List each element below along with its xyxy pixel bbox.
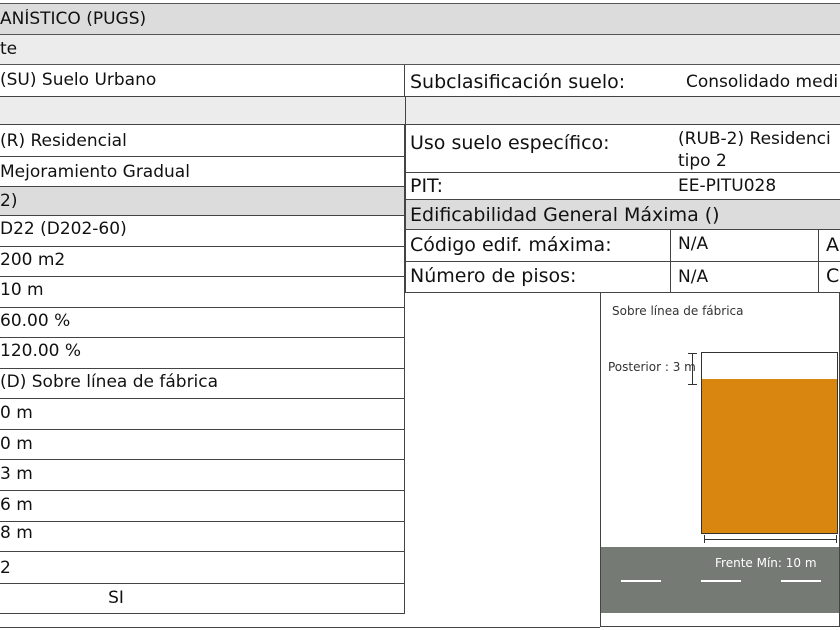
group-header: 2): [0, 187, 405, 216]
tratamiento-value: Mejoramiento Gradual: [0, 162, 190, 182]
bottom-border: [0, 627, 600, 628]
uso-value: (R) Residencial: [0, 131, 127, 151]
codigo-extra: A: [826, 234, 839, 256]
frente-tick-left: [704, 535, 705, 543]
value-text: 6 m: [0, 495, 33, 515]
value-row: D22 (D202-60): [0, 216, 404, 247]
value-text: 60.00 %: [0, 311, 71, 331]
value-row: 0 m: [0, 399, 404, 430]
pit-top-line: [405, 172, 840, 173]
uso-especifico-line1: (RUB-2) Residenci: [678, 129, 831, 149]
value-text: 2: [0, 558, 11, 578]
road-marking: [621, 580, 661, 582]
building-footprint: [702, 379, 837, 533]
road-marking: [781, 580, 821, 582]
subclasificacion-label: Subclasificación suelo:: [410, 71, 626, 93]
uso-especifico-label: Uso suelo específico:: [410, 132, 610, 154]
pisos-label: Número de pisos:: [410, 265, 577, 287]
value-row: 120.00 %: [0, 338, 404, 369]
value-text: 0 m: [0, 403, 33, 423]
frente-tick-right: [836, 535, 837, 543]
edificabilidad-header: Edificabilidad General Máxima (): [406, 199, 840, 230]
value-row: 60.00 %: [0, 308, 404, 338]
value-text: D22 (D202-60): [0, 219, 127, 239]
value-text: 0 m: [0, 434, 33, 454]
road-marking: [701, 580, 741, 582]
clasificacion-value: (SU) Suelo Urbano: [0, 70, 157, 90]
frente-dimension-line: [704, 539, 837, 540]
value-text: 10 m: [0, 280, 44, 300]
uso-value-cell: (R) Residencial: [0, 125, 405, 157]
value-text: 8 m: [0, 523, 33, 543]
group-header-text: 2): [0, 191, 18, 211]
left-values-table: D22 (D202-60) 200 m2 10 m 60.00 % 120.00…: [0, 216, 405, 614]
value-row: 2: [0, 552, 404, 584]
value-text: 200 m2: [0, 250, 66, 270]
codigo-bottom-line: [405, 261, 840, 262]
posterior-label: Posterior : 3 m: [608, 360, 696, 374]
value-row: 3 m: [0, 460, 404, 491]
value-text: 120.00 %: [0, 341, 82, 361]
value-text: SI: [108, 588, 124, 608]
codigo-label: Código edif. máxima:: [410, 234, 612, 256]
posterior-tick-top: [688, 353, 697, 354]
value-row: SI: [0, 584, 404, 614]
value-row: 10 m: [0, 277, 404, 308]
value-row: 200 m2: [0, 247, 404, 277]
value-row: 0 m: [0, 430, 404, 460]
value-row: (D) Sobre línea de fábrica: [0, 369, 404, 399]
pisos-extra: C: [826, 265, 840, 287]
pit-label: PIT:: [410, 175, 443, 197]
tratamiento-cell: Mejoramiento Gradual: [0, 157, 405, 187]
edificabilidad-title: Edificabilidad General Máxima (): [410, 204, 720, 226]
codigo-value: N/A: [678, 234, 709, 254]
pisos-value: N/A: [678, 267, 709, 287]
value-text: 3 m: [0, 464, 33, 484]
posterior-dimension-line: [692, 353, 693, 385]
pit-value: EE-PITU028: [678, 176, 777, 196]
spacer-band: [0, 97, 840, 125]
setback-diagram: Sobre línea de fábrica Posterior : 3 m F…: [600, 292, 840, 627]
subtitle: te: [0, 39, 18, 59]
value-row: 6 m: [0, 491, 404, 522]
uso-especifico-line2: tipo 2: [678, 151, 727, 171]
road: Frente Mín: 10 m: [601, 547, 839, 613]
posterior-tick-bottom: [688, 384, 697, 385]
frente-label: Frente Mín: 10 m: [715, 556, 817, 570]
subtitle-band: te: [0, 35, 840, 65]
section-title: ANÍSTICO (PUGS): [0, 9, 147, 29]
clasificacion-value-cell: (SU) Suelo Urbano: [0, 65, 405, 97]
value-row: 8 m: [0, 522, 404, 552]
subclasificacion-value: Consolidado medi: [686, 72, 839, 92]
diagram-title: Sobre línea de fábrica: [612, 304, 744, 318]
value-text: (D) Sobre línea de fábrica: [0, 372, 219, 392]
section-header: ANÍSTICO (PUGS): [0, 3, 840, 35]
right-divider: [405, 97, 406, 293]
